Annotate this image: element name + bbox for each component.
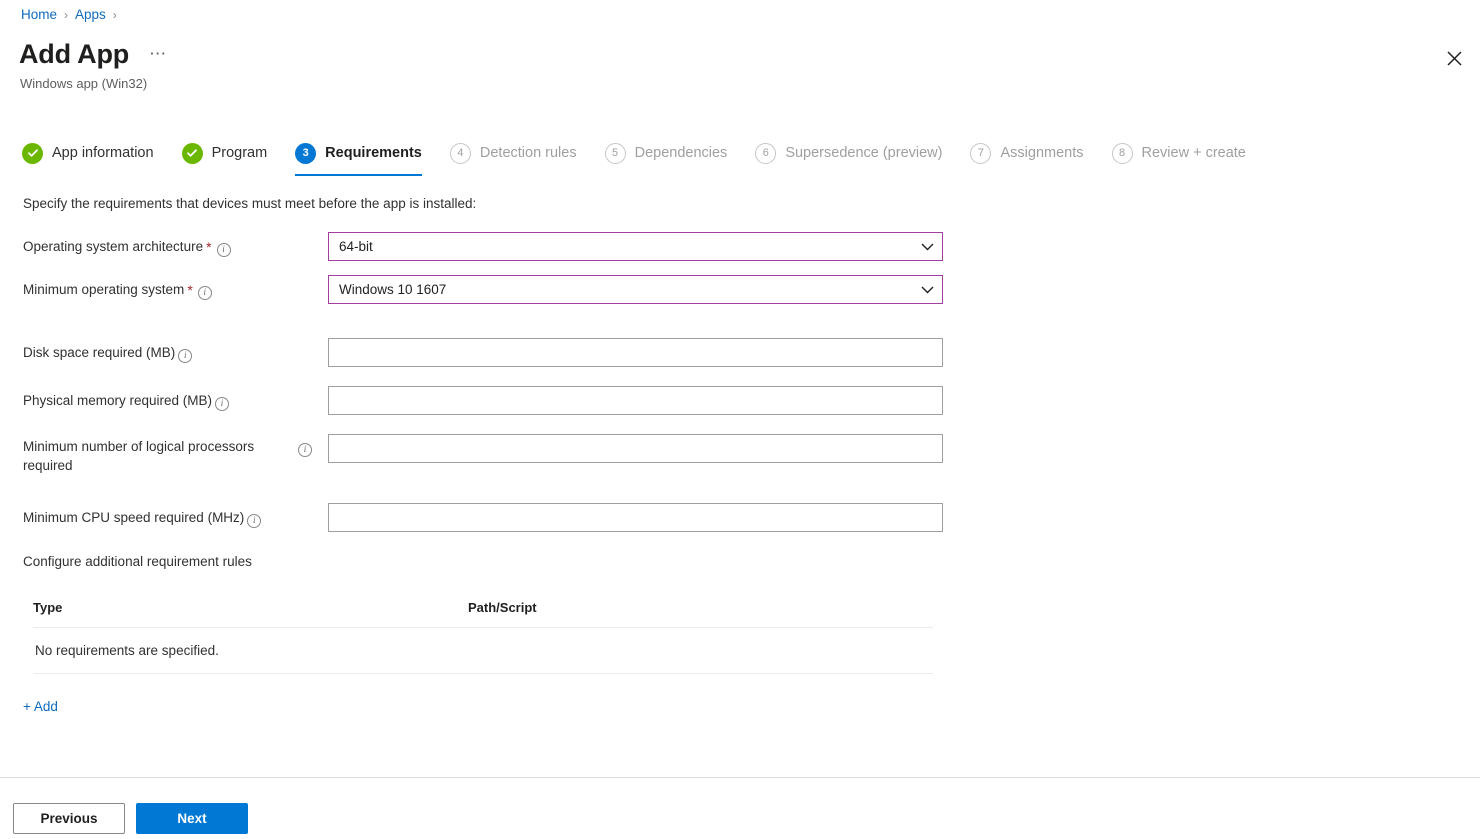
field-label: Minimum CPU speed required (MHz) i: [23, 503, 328, 528]
wizard-step-dependencies[interactable]: 5 Dependencies: [604, 136, 728, 176]
wizard-step-app-information[interactable]: App information: [22, 136, 154, 176]
breadcrumb-chevron-icon: ›: [64, 8, 69, 22]
page-subtitle: Windows app (Win32): [20, 76, 148, 91]
field-label-text: Disk space required (MB): [23, 345, 176, 360]
footer-divider: [0, 777, 1480, 778]
os-architecture-select[interactable]: 64-bit: [328, 232, 943, 261]
info-icon[interactable]: i: [178, 348, 193, 363]
page-header: Add App ⋯: [19, 38, 167, 70]
page-title: Add App: [19, 39, 130, 69]
field-control: Windows 10 1607: [328, 275, 943, 304]
requirements-intro-text: Specify the requirements that devices mu…: [23, 196, 477, 211]
minimum-os-select[interactable]: Windows 10 1607: [328, 275, 943, 304]
wizard-step-supersedence[interactable]: 6 Supersedence (preview): [755, 136, 942, 176]
requirement-rules-table: Type Path/Script No requirements are spe…: [33, 600, 933, 674]
breadcrumb-item-apps[interactable]: Apps: [75, 6, 106, 24]
step-number-badge: 4: [449, 142, 471, 164]
table-header-row: Type Path/Script: [33, 600, 933, 628]
field-operating-system-architecture: Operating system architecture * i 64-bit: [23, 232, 943, 261]
step-number-badge: 3: [295, 142, 317, 164]
info-icon[interactable]: i: [216, 242, 231, 257]
field-label: Minimum operating system * i: [23, 275, 328, 300]
breadcrumb-chevron-icon: ›: [112, 8, 117, 22]
column-header-path-script: Path/Script: [468, 600, 537, 615]
check-circle-icon: [181, 142, 203, 164]
field-physical-memory-required: Physical memory required (MB) i: [23, 386, 943, 415]
logical-processors-input[interactable]: [328, 434, 943, 463]
add-requirement-rule-link[interactable]: + Add: [23, 698, 58, 716]
info-icon[interactable]: i: [197, 285, 212, 300]
wizard-step-assignments[interactable]: 7 Assignments: [970, 136, 1084, 176]
field-control: 64-bit: [328, 232, 943, 261]
wizard-step-label: Program: [211, 145, 268, 161]
field-minimum-cpu-speed: Minimum CPU speed required (MHz) i: [23, 503, 943, 532]
field-minimum-operating-system: Minimum operating system * i Windows 10 …: [23, 275, 943, 304]
step-number-badge: 6: [755, 142, 777, 164]
wizard-step-label: Supersedence (preview): [785, 145, 943, 161]
field-label-text: Operating system architecture: [23, 239, 204, 254]
wizard-step-review-create[interactable]: 8 Review + create: [1111, 136, 1246, 176]
wizard-footer: Previous Next: [13, 803, 248, 834]
column-header-type: Type: [33, 600, 63, 615]
wizard-step-label: Detection rules: [479, 145, 577, 161]
close-icon: [1446, 50, 1462, 66]
breadcrumb: Home › Apps ›: [21, 6, 124, 24]
check-circle-icon: [22, 142, 43, 164]
field-label-text: Minimum number of logical processors req…: [23, 439, 255, 473]
field-control: [328, 338, 943, 367]
close-button[interactable]: [1436, 40, 1472, 76]
field-label: Physical memory required (MB) i: [23, 386, 328, 411]
more-options-icon[interactable]: ⋯: [149, 44, 167, 64]
os-architecture-select-wrap: 64-bit: [328, 232, 943, 261]
wizard-steps: App information Program 3 Requirements 4…: [22, 136, 1274, 176]
field-label: Disk space required (MB) i: [23, 338, 328, 363]
requirements-form: Operating system architecture * i 64-bit…: [23, 232, 943, 546]
breadcrumb-item-home[interactable]: Home: [21, 6, 57, 24]
table-empty-message: No requirements are specified.: [33, 628, 933, 674]
info-icon[interactable]: i: [215, 396, 230, 411]
additional-rules-heading: Configure additional requirement rules: [23, 554, 252, 569]
field-label-text: Minimum operating system: [23, 282, 185, 297]
step-number-badge: 7: [970, 142, 992, 164]
step-number-badge: 8: [1111, 142, 1133, 164]
wizard-step-requirements[interactable]: 3 Requirements: [295, 136, 422, 176]
field-label: Minimum number of logical processors req…: [23, 434, 328, 475]
info-icon[interactable]: i: [247, 513, 262, 528]
step-number-badge: 5: [604, 142, 626, 164]
wizard-step-program[interactable]: Program: [181, 136, 268, 176]
field-disk-space-required: Disk space required (MB) i: [23, 338, 943, 367]
field-minimum-logical-processors: Minimum number of logical processors req…: [23, 434, 943, 475]
field-control: [328, 434, 943, 463]
field-label-text: Minimum CPU speed required (MHz): [23, 510, 245, 525]
info-icon[interactable]: i: [298, 442, 312, 457]
next-button[interactable]: Next: [136, 803, 248, 834]
field-control: [328, 503, 943, 532]
wizard-step-label: Requirements: [325, 145, 422, 161]
previous-button[interactable]: Previous: [13, 803, 125, 834]
cpu-speed-input[interactable]: [328, 503, 943, 532]
wizard-step-detection-rules[interactable]: 4 Detection rules: [449, 136, 577, 176]
physical-memory-input[interactable]: [328, 386, 943, 415]
wizard-step-label: Dependencies: [634, 145, 728, 161]
disk-space-input[interactable]: [328, 338, 943, 367]
minimum-os-select-wrap: Windows 10 1607: [328, 275, 943, 304]
wizard-step-label: App information: [52, 145, 154, 161]
required-asterisk: *: [187, 282, 193, 298]
wizard-step-label: Assignments: [1000, 145, 1084, 161]
field-label: Operating system architecture * i: [23, 232, 328, 257]
active-step-underline: [295, 173, 422, 176]
wizard-step-label: Review + create: [1141, 145, 1246, 161]
required-asterisk: *: [206, 239, 212, 255]
field-label-text: Physical memory required (MB): [23, 393, 213, 408]
field-control: [328, 386, 943, 415]
